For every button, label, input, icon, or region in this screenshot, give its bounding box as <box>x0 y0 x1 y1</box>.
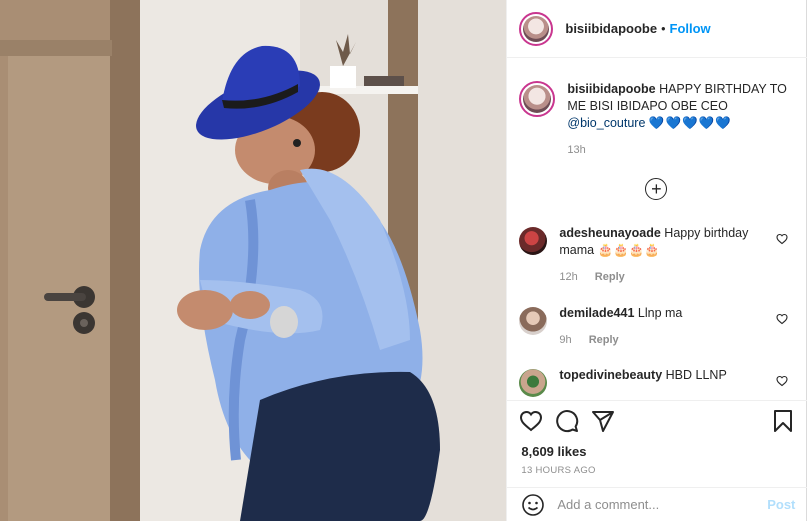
post-comment-button[interactable]: Post <box>767 497 795 512</box>
post-timestamp[interactable]: 13 HOURS AGO <box>521 465 595 476</box>
comment-age[interactable]: 9h <box>559 334 571 346</box>
comment-composer: Add a comment... Post <box>507 487 807 521</box>
follow-button[interactable]: Follow <box>670 21 711 36</box>
post-photo[interactable] <box>0 0 507 521</box>
commenter-avatar[interactable] <box>519 369 548 397</box>
caption-emoji: 💙💙💙💙💙 <box>648 116 732 130</box>
comment-icon[interactable] <box>555 409 579 433</box>
comment-age[interactable]: 12h <box>559 271 577 283</box>
heart-icon[interactable] <box>776 313 788 325</box>
emoji-icon[interactable] <box>521 493 545 517</box>
post-image <box>0 0 507 521</box>
reply-button[interactable]: Reply <box>589 334 619 346</box>
caption-age[interactable]: 13h <box>567 144 585 156</box>
share-icon[interactable] <box>591 409 615 433</box>
bookmark-icon[interactable] <box>771 409 795 433</box>
caption-username[interactable]: bisiibidapoobe <box>567 82 655 96</box>
likes-count[interactable]: 8,609 likes <box>521 444 586 459</box>
comment-text: Llnp ma <box>637 306 683 320</box>
caption: bisiibidapoobe HAPPY BIRTHDAY TO ME BISI… <box>519 81 794 159</box>
comment-input[interactable]: Add a comment... <box>557 497 757 512</box>
commenter-avatar[interactable] <box>519 307 548 335</box>
comment-emoji: 🎂🎂🎂🎂 <box>597 243 660 257</box>
post-actions: 8,609 likes 13 HOURS AGO <box>507 400 807 476</box>
author-avatar[interactable] <box>519 11 554 46</box>
comment-text: HBD LLNP <box>665 368 727 382</box>
caption-mention[interactable]: @bio_couture <box>567 116 645 130</box>
instagram-post: bisiibidapoobe • Follow bisiibidapoobe H… <box>0 0 807 521</box>
header-separator: • <box>661 21 666 36</box>
comment: demilade441 Llnp ma 9h Reply <box>519 305 794 349</box>
plus-circle-icon[interactable]: + <box>645 178 668 200</box>
comment-username[interactable]: adesheunayoade <box>559 226 660 240</box>
post-side-panel: bisiibidapoobe • Follow bisiibidapoobe H… <box>506 0 807 521</box>
heart-icon[interactable] <box>776 233 788 245</box>
comment-username[interactable]: demilade441 <box>559 306 634 320</box>
comment: topedivinebeauty HBD LLNP <box>519 367 794 397</box>
heart-icon[interactable] <box>519 409 543 433</box>
caption-avatar[interactable] <box>519 81 556 117</box>
post-header: bisiibidapoobe • Follow <box>507 0 807 58</box>
commenter-avatar[interactable] <box>519 227 548 255</box>
reply-button[interactable]: Reply <box>595 271 625 283</box>
comment: adesheunayoade Happy birthday mama 🎂🎂🎂🎂 … <box>519 225 794 286</box>
comments-list[interactable]: bisiibidapoobe HAPPY BIRTHDAY TO ME BISI… <box>507 59 807 399</box>
heart-icon[interactable] <box>776 375 788 387</box>
author-username[interactable]: bisiibidapoobe <box>565 21 657 36</box>
comment-username[interactable]: topedivinebeauty <box>559 368 662 382</box>
